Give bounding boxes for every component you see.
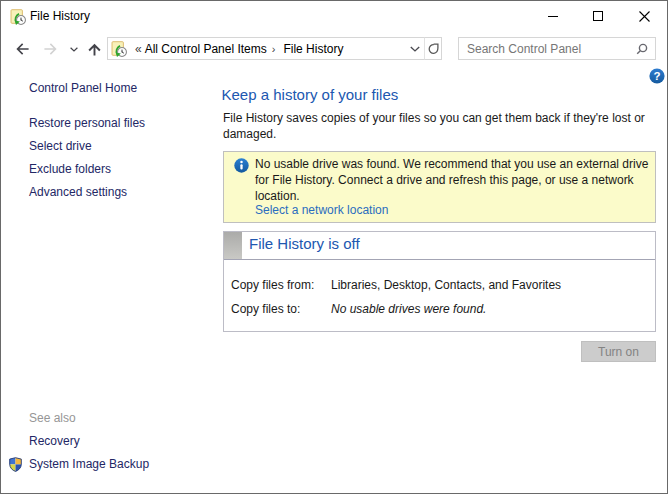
file-history-icon (10, 9, 26, 25)
page-title: Keep a history of your files (222, 86, 399, 103)
search-button[interactable] (629, 38, 655, 59)
see-also-heading: See also (29, 411, 76, 425)
copy-files-to-row: Copy files to:No usable drives were foun… (231, 302, 486, 316)
notice-text: No usable drive was found. We recommend … (255, 156, 648, 204)
sidebar-item-restore-personal-files[interactable]: Restore personal files (29, 116, 145, 130)
up-button[interactable] (87, 33, 102, 65)
maximize-button[interactable] (577, 1, 622, 31)
search-box (458, 37, 656, 60)
copy-files-from-value: Libraries, Desktop, Contacts, and Favori… (331, 278, 561, 292)
address-dropdown-button[interactable] (406, 38, 424, 59)
forward-button[interactable] (43, 33, 59, 65)
close-button[interactable] (622, 1, 667, 31)
status-panel-title: File History is off (249, 235, 360, 252)
sidebar-item-exclude-folders[interactable]: Exclude folders (29, 162, 111, 176)
address-bar[interactable]: « All Control Panel Items › File History (107, 37, 425, 60)
minimize-button[interactable] (532, 1, 577, 31)
file-history-icon-small (111, 41, 127, 57)
info-icon (234, 158, 249, 173)
copy-files-from-row: Copy files from:Libraries, Desktop, Cont… (231, 278, 561, 292)
sidebar-item-select-drive[interactable]: Select drive (29, 139, 92, 153)
select-network-location-link[interactable]: Select a network location (255, 203, 388, 217)
search-input[interactable] (459, 38, 629, 59)
uac-shield-icon (9, 457, 22, 472)
chevron-down-icon (70, 47, 78, 52)
help-button[interactable]: ? (649, 68, 665, 84)
navigation-toolbar: « All Control Panel Items › File History (1, 33, 667, 65)
help-glyph: ? (653, 70, 660, 82)
up-arrow-icon (88, 42, 101, 56)
status-panel-icon-placeholder (224, 232, 242, 259)
title-bar[interactable]: File History (1, 1, 667, 33)
maximize-icon (593, 11, 603, 21)
sidebar-item-advanced-settings[interactable]: Advanced settings (29, 185, 127, 199)
file-history-window: File History « A (0, 0, 668, 494)
copy-files-to-label: Copy files to: (231, 302, 331, 316)
file-history-status-panel: File History is off Copy files from:Libr… (223, 231, 656, 332)
sidebar-item-recovery[interactable]: Recovery (29, 434, 80, 448)
back-arrow-icon (14, 43, 29, 55)
copy-files-to-value: No usable drives were found. (331, 302, 486, 316)
forward-arrow-icon (44, 43, 59, 55)
breadcrumb-overflow-chevrons[interactable]: « (135, 42, 142, 56)
chevron-down-icon (410, 46, 420, 52)
sidebar-item-control-panel-home[interactable]: Control Panel Home (29, 81, 137, 95)
status-panel-header: File History is off (224, 232, 655, 260)
turn-on-button[interactable]: Turn on (581, 341, 656, 362)
sidebar-item-system-image-backup[interactable]: System Image Backup (29, 457, 149, 471)
window-title: File History (30, 9, 90, 23)
close-icon (639, 11, 650, 22)
no-drive-notice: No usable drive was found. We recommend … (223, 151, 656, 223)
breadcrumb-all-control-panel-items[interactable]: All Control Panel Items (145, 42, 267, 56)
refresh-icon (427, 42, 440, 55)
back-button[interactable] (13, 33, 29, 65)
copy-files-from-label: Copy files from: (231, 278, 331, 292)
breadcrumb-separator: › (272, 43, 276, 55)
breadcrumb-file-history[interactable]: File History (283, 42, 343, 56)
refresh-button[interactable] (424, 37, 442, 60)
recent-pages-dropdown[interactable] (69, 33, 79, 65)
search-icon (636, 43, 648, 55)
intro-text: File History saves copies of your files … (223, 110, 663, 142)
minimize-icon (548, 11, 558, 21)
